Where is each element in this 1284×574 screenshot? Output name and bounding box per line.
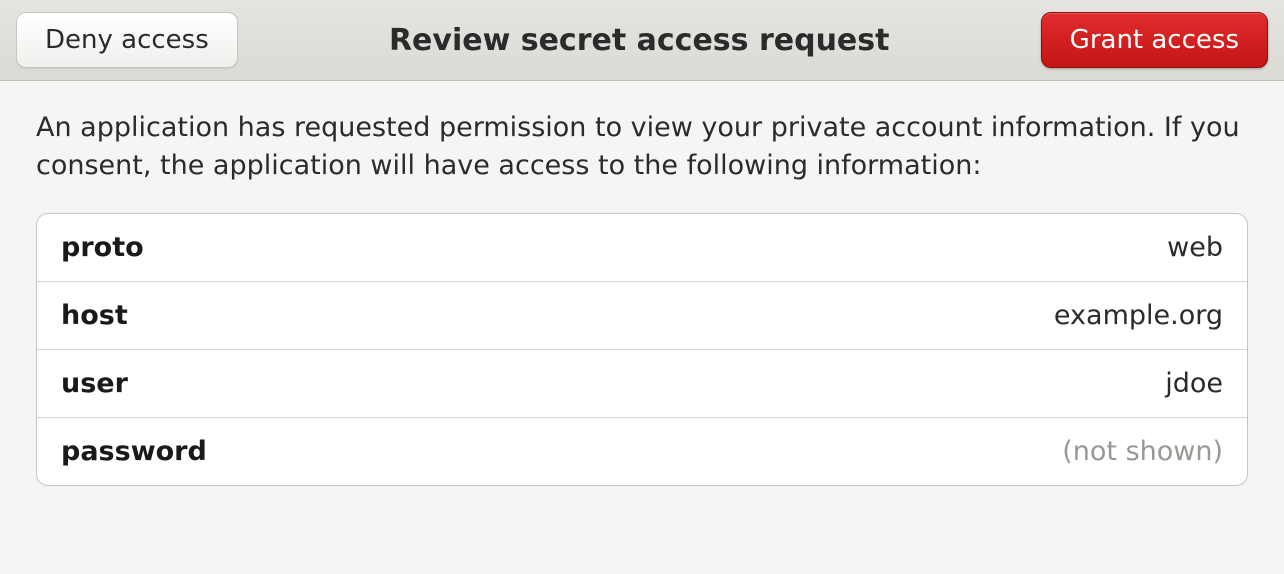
info-table: proto web host example.org user jdoe pas… <box>36 213 1248 486</box>
table-row: host example.org <box>37 282 1247 350</box>
dialog-content: An application has requested permission … <box>0 81 1284 514</box>
table-row: proto web <box>37 214 1247 282</box>
field-key: user <box>61 368 128 399</box>
field-key: password <box>61 436 207 467</box>
table-row: password (not shown) <box>37 418 1247 485</box>
field-key: host <box>61 300 128 331</box>
dialog-header: Deny access Review secret access request… <box>0 0 1284 81</box>
deny-button[interactable]: Deny access <box>16 12 238 68</box>
table-row: user jdoe <box>37 350 1247 418</box>
dialog-title: Review secret access request <box>238 23 1041 58</box>
grant-button[interactable]: Grant access <box>1041 12 1268 68</box>
field-value: (not shown) <box>1062 436 1223 467</box>
field-value: jdoe <box>1165 368 1223 399</box>
field-key: proto <box>61 232 144 263</box>
description-text: An application has requested permission … <box>36 109 1248 185</box>
field-value: web <box>1167 232 1223 263</box>
field-value: example.org <box>1054 300 1223 331</box>
